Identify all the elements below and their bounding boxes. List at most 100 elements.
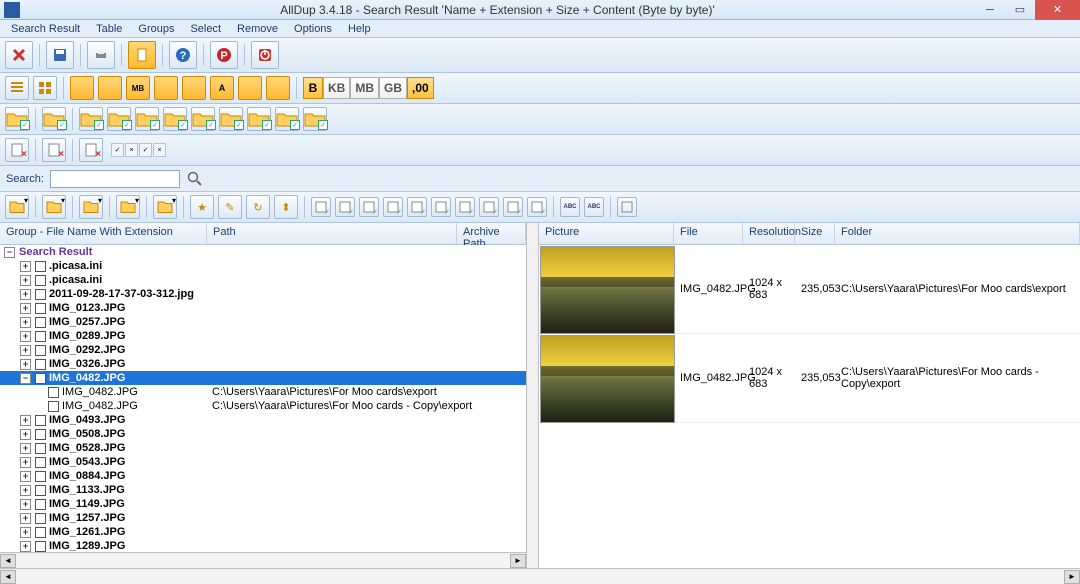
document-icon[interactable] — [128, 41, 156, 69]
menu-select[interactable]: Select — [183, 21, 228, 37]
checkbox-icon[interactable] — [35, 499, 46, 510]
group-row[interactable]: +IMG_0528.JPG — [0, 441, 526, 455]
mark-0-icon[interactable]: ✓ — [311, 197, 331, 217]
group-row[interactable]: +IMG_0543.JPG — [0, 455, 526, 469]
col-group[interactable]: Group - File Name With Extension — [0, 223, 207, 244]
expand-icon[interactable]: + — [20, 527, 31, 538]
select-group-4-icon[interactable]: ▾ — [153, 195, 177, 219]
collapse-icon[interactable]: − — [20, 373, 31, 384]
expand-icon[interactable]: + — [20, 317, 31, 328]
col-resolution[interactable]: Resolution — [743, 223, 795, 244]
maximize-button[interactable]: ▭ — [1005, 0, 1035, 20]
minimize-button[interactable]: ─ — [975, 0, 1005, 20]
menu-search-result[interactable]: Search Result — [4, 21, 87, 37]
select-group-0-icon[interactable]: ▾ — [5, 195, 29, 219]
mark-8-icon[interactable]: ✓ — [503, 197, 523, 217]
print-icon[interactable] — [87, 41, 115, 69]
sizeunit-B[interactable]: B — [303, 77, 323, 99]
filter-1-icon[interactable]: × — [5, 138, 29, 162]
abc-1-icon[interactable]: ABC — [584, 197, 604, 217]
expand-icon[interactable]: + — [20, 359, 31, 370]
checkbox-icon[interactable] — [35, 289, 46, 300]
group-row[interactable]: +IMG_1257.JPG — [0, 511, 526, 525]
expand-icon[interactable]: + — [20, 303, 31, 314]
checkbox-icon[interactable] — [35, 261, 46, 272]
search-icon[interactable] — [186, 170, 204, 188]
folder-action-8-icon[interactable]: ✓ — [247, 107, 271, 131]
tree-root[interactable]: −Search Result — [0, 245, 526, 259]
menu-table[interactable]: Table — [89, 21, 129, 37]
bottom-hscroll[interactable]: ◄ ► — [0, 568, 1080, 584]
expand-icon[interactable]: + — [20, 541, 31, 552]
misc-3-icon[interactable]: ⬍ — [274, 195, 298, 219]
group-row[interactable]: +2011-09-28-17-37-03-312.jpg — [0, 287, 526, 301]
save-icon[interactable] — [46, 41, 74, 69]
scroll-right-icon[interactable]: ► — [510, 554, 526, 568]
folder-action-5-icon[interactable]: ✓ — [163, 107, 187, 131]
folder-action-0-icon[interactable]: ✓ — [5, 107, 29, 131]
group-row[interactable]: +IMG_0123.JPG — [0, 301, 526, 315]
checkbox-icon[interactable] — [35, 485, 46, 496]
filter-2-icon[interactable]: × — [42, 138, 66, 162]
checkbox-icon[interactable] — [35, 415, 46, 426]
group-row[interactable]: +IMG_1261.JPG — [0, 525, 526, 539]
group-row[interactable]: +IMG_0508.JPG — [0, 427, 526, 441]
delete-icon[interactable] — [5, 41, 33, 69]
group-row[interactable]: +IMG_0289.JPG — [0, 329, 526, 343]
checkbox-icon[interactable] — [48, 387, 59, 398]
menu-options[interactable]: Options — [287, 21, 339, 37]
detail-4-icon[interactable] — [154, 76, 178, 100]
group-row[interactable]: +IMG_0493.JPG — [0, 413, 526, 427]
menu-groups[interactable]: Groups — [131, 21, 181, 37]
menu-remove[interactable]: Remove — [230, 21, 285, 37]
preview-row[interactable]: IMG_0482.JPG1024 x 683235,053C:\Users\Ya… — [539, 245, 1080, 334]
col-size[interactable]: Size — [795, 223, 835, 244]
group-row[interactable]: +IMG_1133.JPG — [0, 483, 526, 497]
mark-2-icon[interactable]: ✓ — [359, 197, 379, 217]
folder-action-4-icon[interactable]: ✓ — [135, 107, 159, 131]
sizeunit-GB[interactable]: GB — [379, 77, 407, 99]
expand-icon[interactable]: + — [20, 261, 31, 272]
group-row[interactable]: +IMG_1149.JPG — [0, 497, 526, 511]
detail-a-icon[interactable]: A — [210, 76, 234, 100]
abc-0-icon[interactable]: ABC — [560, 197, 580, 217]
checkbox-icon[interactable] — [35, 275, 46, 286]
expand-icon[interactable]: + — [20, 485, 31, 496]
sizeunit-comma00[interactable]: ,00 — [407, 77, 434, 99]
menu-help[interactable]: Help — [341, 21, 378, 37]
expand-icon[interactable]: + — [20, 331, 31, 342]
search-input[interactable] — [50, 170, 180, 188]
sizeunit-KB[interactable]: KB — [323, 77, 350, 99]
group-row[interactable]: +.picasa.ini — [0, 273, 526, 287]
expand-icon[interactable]: + — [20, 513, 31, 524]
group-row[interactable]: +.picasa.ini — [0, 259, 526, 273]
group-row[interactable]: +IMG_1289.JPG — [0, 539, 526, 552]
col-picture[interactable]: Picture — [539, 223, 674, 244]
left-vscroll[interactable] — [527, 223, 539, 568]
mark-4-icon[interactable]: ✓ — [407, 197, 427, 217]
detail-1-icon[interactable] — [70, 76, 94, 100]
pinterest-icon[interactable]: P — [210, 41, 238, 69]
checkbox-icon[interactable] — [35, 527, 46, 538]
mark-6-icon[interactable]: ✓ — [455, 197, 475, 217]
checkbox-icon[interactable] — [35, 359, 46, 370]
folder-action-2-icon[interactable]: ✓ — [79, 107, 103, 131]
folder-action-1-icon[interactable]: ✓ — [42, 107, 66, 131]
scroll-left-bottom-icon[interactable]: ◄ — [0, 570, 16, 584]
col-path[interactable]: Path — [207, 223, 457, 244]
group-row[interactable]: +IMG_0884.JPG — [0, 469, 526, 483]
view-list-icon[interactable] — [5, 76, 29, 100]
expand-icon[interactable]: + — [20, 429, 31, 440]
folder-action-10-icon[interactable]: ✓ — [303, 107, 327, 131]
tiny-check-icon[interactable]: ✓ — [111, 143, 124, 157]
expand-icon[interactable]: + — [20, 275, 31, 286]
select-group-2-icon[interactable]: ▾ — [79, 195, 103, 219]
detail-5-icon[interactable] — [182, 76, 206, 100]
expand-icon[interactable]: + — [20, 443, 31, 454]
folder-action-7-icon[interactable]: ✓ — [219, 107, 243, 131]
detail-7-icon[interactable] — [238, 76, 262, 100]
view-grid-icon[interactable] — [33, 76, 57, 100]
mark-7-icon[interactable]: ✓ — [479, 197, 499, 217]
checkbox-icon[interactable] — [35, 443, 46, 454]
checkbox-icon[interactable] — [35, 303, 46, 314]
